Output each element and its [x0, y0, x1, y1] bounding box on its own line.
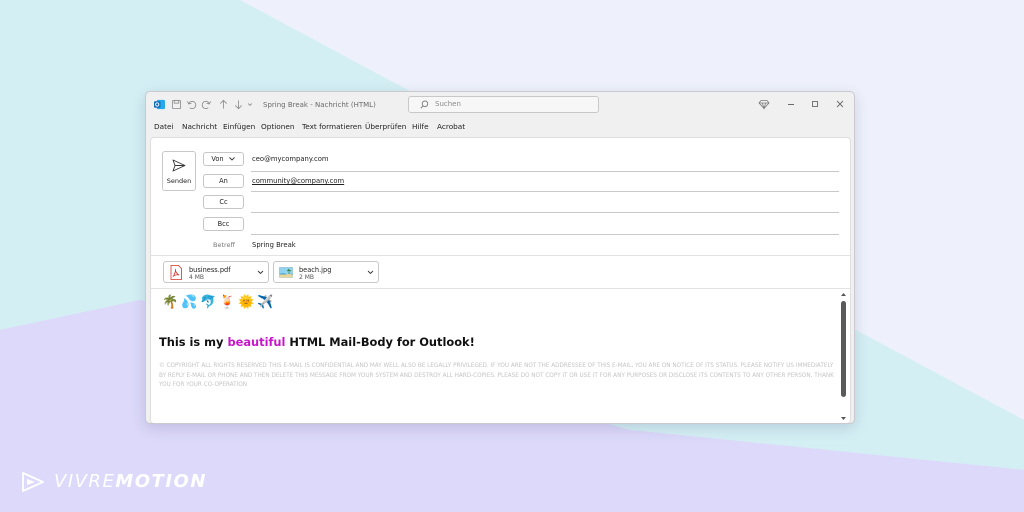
- message-body[interactable]: 🌴💦🐬🍹🌞✈️ This is my beautiful HTML Mail-B…: [151, 291, 837, 423]
- maximize-icon[interactable]: [809, 98, 821, 110]
- logo-text: VIVREMOTION: [54, 471, 207, 492]
- cc-button[interactable]: Cc: [203, 195, 244, 209]
- cc-field-line[interactable]: [251, 212, 839, 213]
- close-icon[interactable]: [834, 98, 846, 110]
- chevron-down-icon[interactable]: [257, 270, 264, 275]
- logo-bold: MOTION: [115, 471, 207, 492]
- attachment-beach-jpg[interactable]: beach.jpg 2 MB: [273, 261, 379, 283]
- sun-icon: 🌞: [238, 295, 258, 310]
- scrollbar-thumb[interactable]: [841, 301, 846, 397]
- dolphin-icon: 🐬: [200, 295, 220, 310]
- emoji-row: 🌴💦🐬🍹🌞✈️: [162, 295, 276, 310]
- subject-field[interactable]: Spring Break: [252, 241, 296, 249]
- window-title: Spring Break - Nachricht (HTML): [263, 101, 376, 109]
- outlook-app-icon: [154, 99, 165, 110]
- menu-einfuegen[interactable]: Einfügen: [223, 122, 255, 131]
- sweat-droplets-icon: 💦: [181, 295, 201, 310]
- chevron-down-icon: [228, 157, 235, 161]
- menu-bar: Datei Nachricht Einfügen Optionen Text f…: [146, 118, 854, 135]
- scroll-up-icon[interactable]: [840, 292, 847, 297]
- to-field-line[interactable]: [251, 191, 839, 192]
- send-button[interactable]: Senden: [162, 151, 196, 191]
- from-label: Von: [211, 155, 224, 163]
- search-input[interactable]: Suchen: [408, 96, 599, 113]
- from-value: ceo@mycompany.com: [252, 155, 329, 163]
- diamond-icon[interactable]: [758, 98, 770, 110]
- chevron-down-icon[interactable]: [247, 99, 253, 110]
- headline-pre: This is my: [159, 335, 228, 349]
- bcc-label: Bcc: [217, 220, 230, 228]
- send-label: Senden: [166, 177, 192, 185]
- save-icon[interactable]: [171, 99, 182, 110]
- cocktail-icon: 🍹: [219, 295, 239, 310]
- menu-nachricht[interactable]: Nachricht: [182, 122, 217, 131]
- search-icon: [420, 100, 429, 109]
- pdf-icon: [170, 265, 182, 280]
- menu-hilfe[interactable]: Hilfe: [412, 122, 429, 131]
- menu-optionen[interactable]: Optionen: [261, 122, 294, 131]
- menu-text-formatieren[interactable]: Text formatieren: [302, 122, 362, 131]
- bcc-button[interactable]: Bcc: [203, 217, 244, 231]
- headline-post: HTML Mail-Body for Outlook!: [285, 335, 475, 349]
- bcc-field-line[interactable]: [251, 234, 839, 235]
- from-divider: [251, 171, 839, 172]
- legal-disclaimer: © COPYRIGHT ALL RIGHTS RESERVED THIS E-M…: [159, 363, 834, 389]
- attachment-name: beach.jpg: [299, 266, 332, 274]
- menu-acrobat[interactable]: Acrobat: [437, 122, 465, 131]
- attachment-size: 4 MB: [189, 274, 205, 281]
- arrow-up-icon[interactable]: [218, 99, 229, 110]
- redo-icon[interactable]: [201, 99, 212, 110]
- scroll-down-icon[interactable]: [840, 416, 847, 421]
- to-button[interactable]: An: [203, 174, 244, 188]
- attachment-business-pdf[interactable]: business.pdf 4 MB: [163, 261, 269, 283]
- play-logo-icon: [22, 472, 44, 492]
- image-icon: [279, 267, 293, 278]
- palm-tree-icon: 🌴: [162, 295, 182, 310]
- cc-label: Cc: [219, 198, 228, 206]
- send-icon: [172, 159, 186, 172]
- chevron-down-icon[interactable]: [367, 270, 374, 275]
- minimize-icon[interactable]: [785, 98, 797, 110]
- compose-panel: Senden Von ceo@mycompany.com An communit…: [150, 137, 851, 423]
- attachment-separator: [151, 288, 850, 289]
- attachment-name: business.pdf: [189, 266, 231, 274]
- outlook-compose-window: Spring Break - Nachricht (HTML) Suchen D…: [145, 91, 855, 424]
- header-separator: [151, 255, 850, 256]
- search-placeholder: Suchen: [435, 100, 461, 108]
- menu-datei[interactable]: Datei: [154, 122, 173, 131]
- headline-highlight: beautiful: [227, 335, 286, 349]
- vertical-scrollbar[interactable]: [839, 291, 848, 423]
- menu-ueberpruefen[interactable]: Überprüfen: [365, 122, 406, 131]
- attachment-size: 2 MB: [299, 274, 315, 281]
- to-recipient[interactable]: community@company.com: [252, 177, 344, 185]
- body-headline: This is my beautiful HTML Mail-Body for …: [159, 335, 475, 349]
- subject-label: Betreff: [213, 241, 236, 249]
- to-label: An: [219, 177, 228, 185]
- title-bar: Spring Break - Nachricht (HTML) Suchen: [146, 92, 854, 118]
- undo-icon[interactable]: [186, 99, 197, 110]
- logo-light: VIVRE: [54, 471, 116, 492]
- airplane-icon: ✈️: [257, 295, 277, 310]
- from-button[interactable]: Von: [203, 152, 244, 166]
- arrow-down-icon[interactable]: [233, 99, 244, 110]
